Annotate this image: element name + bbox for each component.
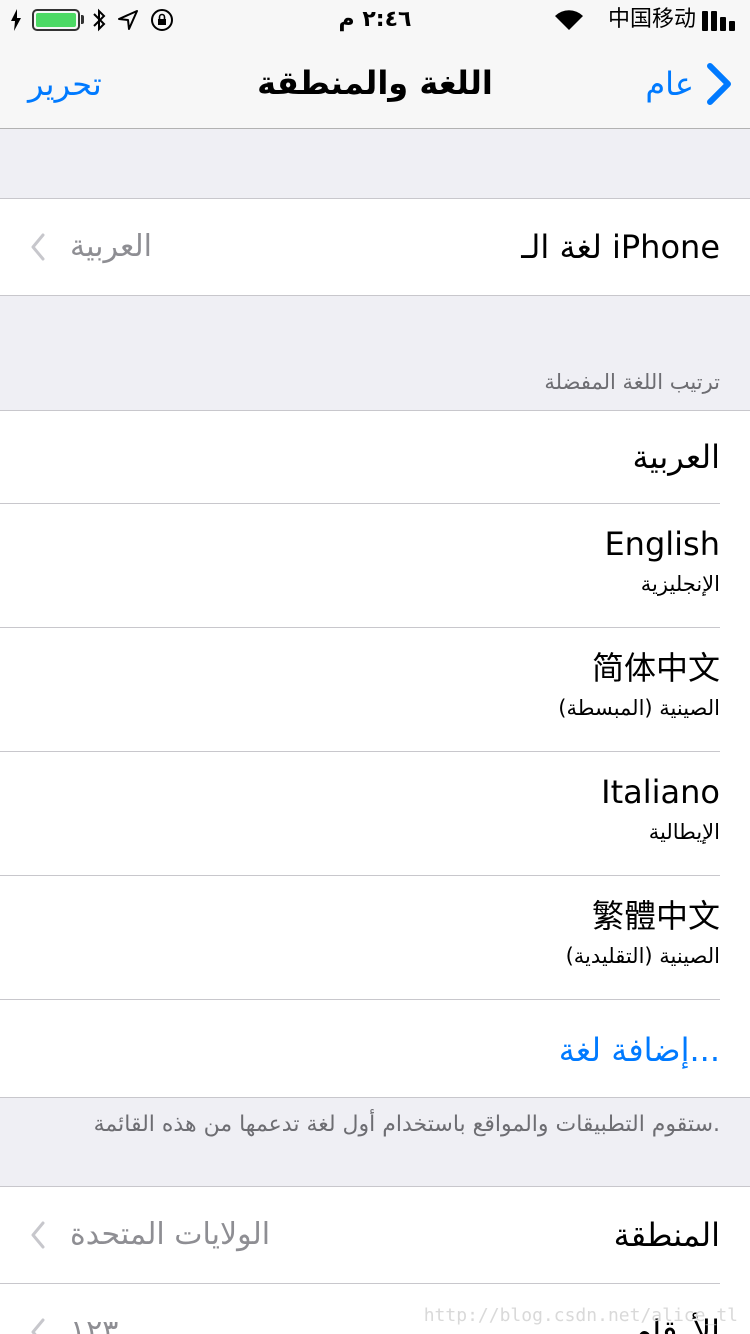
iphone-language-group: لغة الـ iPhone العربية bbox=[0, 198, 750, 296]
list-item[interactable]: العربية bbox=[0, 411, 750, 504]
region-cell[interactable]: المنطقة الولايات المتحدة bbox=[0, 1187, 750, 1284]
iphone-language-label: لغة الـ iPhone bbox=[521, 228, 720, 266]
add-language-button[interactable]: إضافة لغة... bbox=[559, 1030, 720, 1070]
chevron-left-icon bbox=[31, 233, 45, 261]
region-value: الولايات المتحدة bbox=[70, 1217, 271, 1252]
navigation-bar: تحرير اللغة والمنطقة عام bbox=[0, 40, 750, 129]
wifi-icon bbox=[555, 10, 583, 31]
language-name: 繁體中文 bbox=[591, 897, 720, 935]
status-bar: ٢:٤٦ م 中国移动 bbox=[0, 0, 750, 40]
language-name: English bbox=[604, 525, 720, 563]
language-subtitle: الصينية (التقليدية) bbox=[565, 944, 720, 968]
language-name: Italiano bbox=[601, 773, 720, 811]
language-subtitle: الإنجليزية bbox=[640, 572, 720, 596]
add-language-cell[interactable]: إضافة لغة... bbox=[0, 1000, 750, 1096]
language-footer-note: ستقوم التطبيقات والمواقع باستخدام أول لغ… bbox=[93, 1112, 720, 1137]
list-item[interactable]: English الإنجليزية bbox=[0, 504, 750, 628]
list-item[interactable]: 繁體中文 الصينية (التقليدية) bbox=[0, 876, 750, 1000]
preferred-language-list: العربية English الإنجليزية 简体中文 الصينية … bbox=[0, 410, 750, 1098]
back-button[interactable]: عام bbox=[645, 62, 734, 106]
region-label: المنطقة bbox=[613, 1216, 720, 1254]
list-item[interactable]: Italiano الإيطالية bbox=[0, 752, 750, 876]
language-subtitle: الإيطالية bbox=[648, 820, 720, 844]
chevron-left-icon bbox=[31, 1318, 45, 1334]
back-button-label: عام bbox=[645, 65, 694, 103]
carrier-name: 中国移动 bbox=[607, 7, 696, 32]
chevron-left-icon bbox=[31, 1221, 45, 1249]
numbers-value: ١٢٣ bbox=[70, 1314, 119, 1334]
signal-icon bbox=[702, 11, 738, 31]
language-subtitle: الصينية (المبسطة) bbox=[558, 696, 720, 720]
preferred-language-header: ترتيب اللغة المفضلة bbox=[544, 370, 720, 394]
page-title: اللغة والمنطقة bbox=[257, 64, 493, 102]
iphone-language-value: العربية bbox=[70, 229, 152, 264]
list-item[interactable]: 简体中文 الصينية (المبسطة) bbox=[0, 628, 750, 752]
watermark: http://blog.csdn.net/alice_tl bbox=[423, 1305, 738, 1326]
chevron-right-icon bbox=[707, 63, 731, 105]
iphone-language-cell[interactable]: لغة الـ iPhone العربية bbox=[0, 199, 750, 295]
language-name: 简体中文 bbox=[591, 649, 720, 687]
language-name: العربية bbox=[632, 438, 720, 476]
